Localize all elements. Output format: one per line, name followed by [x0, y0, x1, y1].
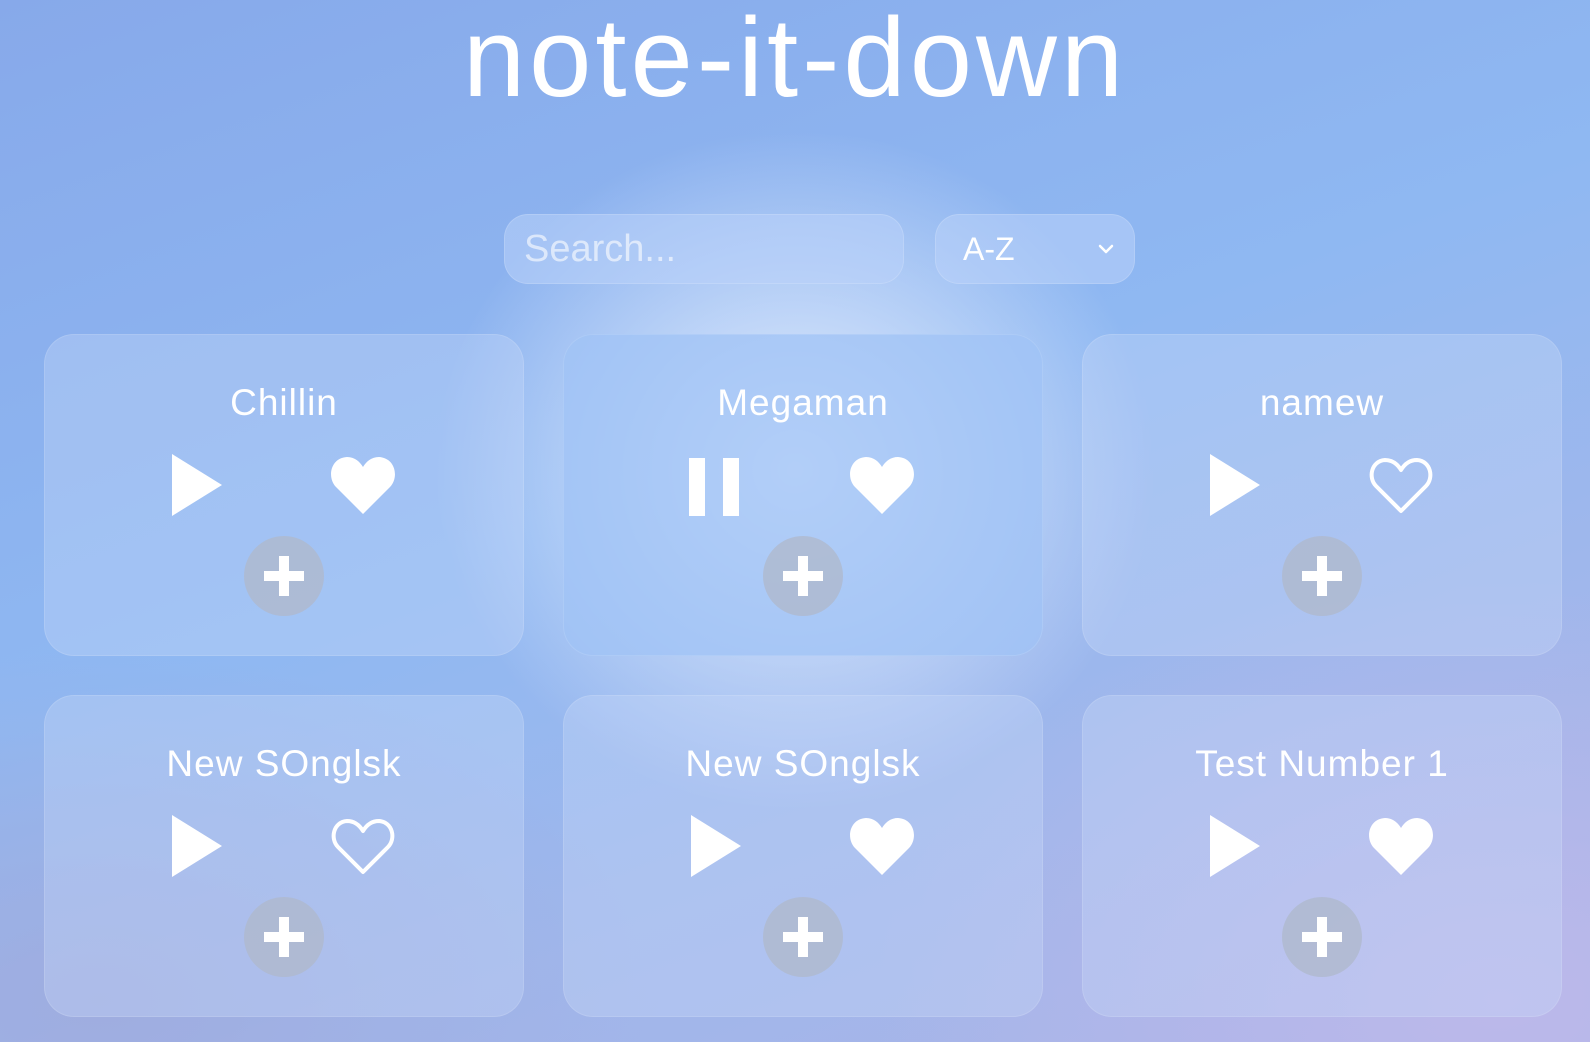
chevron-down-icon: [1097, 240, 1115, 258]
song-card[interactable]: New SOnglsk: [563, 695, 1043, 1017]
favorite-button[interactable]: [1366, 813, 1436, 879]
play-button[interactable]: [689, 813, 743, 879]
heart-outline-icon: [1369, 458, 1433, 513]
sort-selected-value: A-Z: [963, 231, 1015, 267]
add-button[interactable]: [244, 536, 324, 616]
heart-filled-icon: [850, 457, 914, 514]
play-icon: [172, 815, 222, 877]
add-button[interactable]: [763, 897, 843, 977]
song-card[interactable]: namew: [1082, 334, 1562, 656]
plus-icon: [264, 556, 304, 596]
play-button[interactable]: [1208, 813, 1262, 879]
plus-icon: [783, 917, 823, 957]
heart-filled-icon: [331, 457, 395, 514]
song-title: Test Number 1: [1195, 743, 1449, 784]
add-button[interactable]: [244, 897, 324, 977]
plus-icon: [1302, 556, 1342, 596]
favorite-button[interactable]: [1366, 452, 1436, 518]
play-icon: [691, 815, 741, 877]
song-title: namew: [1259, 382, 1385, 423]
heart-outline-icon: [331, 819, 395, 874]
favorite-button[interactable]: [847, 813, 917, 879]
search-input[interactable]: [504, 214, 904, 284]
song-title: New SOnglsk: [685, 743, 921, 784]
pause-icon: [689, 458, 739, 516]
app-title: note-it-down: [462, 0, 1128, 120]
play-button[interactable]: [170, 813, 224, 879]
sort-select[interactable]: A-Z: [935, 214, 1135, 284]
plus-icon: [783, 556, 823, 596]
play-icon: [172, 454, 222, 516]
song-card[interactable]: Chillin: [44, 334, 524, 656]
pause-button[interactable]: [689, 452, 743, 518]
plus-icon: [264, 917, 304, 957]
favorite-button[interactable]: [328, 813, 398, 879]
play-button[interactable]: [170, 452, 224, 518]
favorite-button[interactable]: [847, 452, 917, 518]
play-icon: [1210, 454, 1260, 516]
song-card[interactable]: Test Number 1: [1082, 695, 1562, 1017]
play-button[interactable]: [1208, 452, 1262, 518]
add-button[interactable]: [1282, 536, 1362, 616]
song-title: Chillin: [230, 382, 338, 423]
heart-filled-icon: [850, 818, 914, 875]
play-icon: [1210, 815, 1260, 877]
favorite-button[interactable]: [328, 452, 398, 518]
heart-filled-icon: [1369, 818, 1433, 875]
song-title: Megaman: [717, 382, 889, 423]
add-button[interactable]: [763, 536, 843, 616]
plus-icon: [1302, 917, 1342, 957]
song-card[interactable]: New SOnglsk: [44, 695, 524, 1017]
song-title: New SOnglsk: [166, 743, 402, 784]
add-button[interactable]: [1282, 897, 1362, 977]
song-card[interactable]: Megaman: [563, 334, 1043, 656]
